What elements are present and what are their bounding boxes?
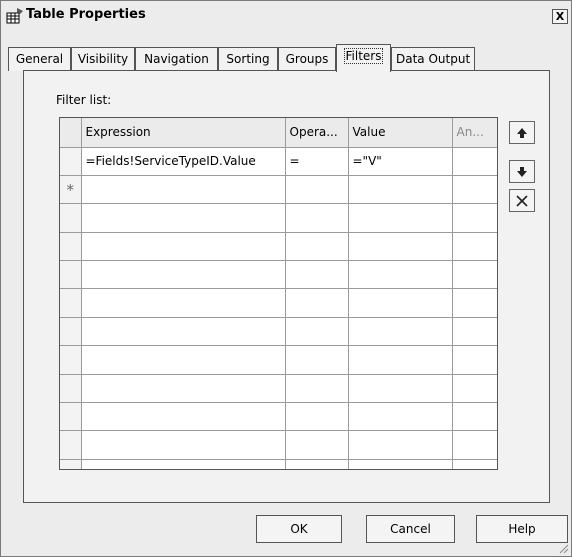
empty-row xyxy=(60,430,497,460)
move-down-button[interactable] xyxy=(509,160,535,183)
empty-row xyxy=(60,459,497,469)
new-row-star-icon: * xyxy=(66,180,75,199)
and-or-cell[interactable] xyxy=(452,147,497,176)
new-row-marker[interactable]: * xyxy=(60,175,82,205)
tab-general[interactable]: General xyxy=(8,47,71,71)
value-cell[interactable] xyxy=(348,175,453,205)
delete-button[interactable] xyxy=(509,189,535,212)
operator-cell[interactable]: = xyxy=(285,147,349,176)
table-properties-icon xyxy=(6,8,23,24)
tab-visibility[interactable]: Visibility xyxy=(71,47,135,71)
empty-row xyxy=(60,402,497,432)
empty-row xyxy=(60,345,497,375)
column-header-expression[interactable]: Expression xyxy=(81,118,286,148)
expression-cell[interactable]: =Fields!ServiceTypeID.Value xyxy=(81,147,286,176)
table-row[interactable]: =Fields!ServiceTypeID.Value = ="V" xyxy=(60,147,497,176)
empty-row xyxy=(60,317,497,347)
cancel-button[interactable]: Cancel xyxy=(366,515,455,543)
tab-sorting[interactable]: Sorting xyxy=(218,47,278,71)
empty-row xyxy=(60,288,497,318)
close-button[interactable]: X xyxy=(552,9,568,24)
empty-row xyxy=(60,203,497,233)
empty-row xyxy=(60,374,497,404)
row-header-corner xyxy=(60,118,82,148)
tab-groups[interactable]: Groups xyxy=(278,47,336,71)
header-row: Expression Opera... Value An... xyxy=(60,118,497,148)
filter-table: Expression Opera... Value An... =Fields!… xyxy=(60,118,497,469)
column-header-and-or[interactable]: An... xyxy=(452,118,497,148)
tab-navigation[interactable]: Navigation xyxy=(135,47,218,71)
column-header-value[interactable]: Value xyxy=(348,118,453,148)
tab-filters[interactable]: Filters xyxy=(336,44,391,72)
ok-button[interactable]: OK xyxy=(256,515,342,543)
filter-grid[interactable]: Expression Opera... Value An... =Fields!… xyxy=(59,117,498,470)
move-up-button[interactable] xyxy=(509,121,535,144)
filters-panel: Filter list: Expression Opera... Value A… xyxy=(23,70,550,503)
filter-list-label: Filter list: xyxy=(56,93,112,107)
arrow-down-icon xyxy=(517,166,527,177)
resize-grip-icon[interactable] xyxy=(557,542,569,554)
row-marker[interactable] xyxy=(60,147,82,176)
column-header-operator[interactable]: Opera... xyxy=(285,118,349,148)
empty-row xyxy=(60,260,497,290)
dialog-title: Table Properties xyxy=(26,7,146,22)
expression-cell[interactable] xyxy=(81,175,286,205)
help-button[interactable]: Help xyxy=(476,515,568,543)
title-bar: Table Properties X xyxy=(2,2,570,28)
table-row[interactable]: * xyxy=(60,175,497,205)
delete-x-icon xyxy=(516,194,528,207)
and-or-cell[interactable] xyxy=(452,175,497,205)
tab-data-output[interactable]: Data Output xyxy=(391,47,475,71)
empty-row xyxy=(60,232,497,262)
dialog-window: Table Properties X General Visibility Na… xyxy=(0,0,572,557)
arrow-up-icon xyxy=(517,127,527,138)
operator-cell[interactable] xyxy=(285,175,349,205)
value-cell[interactable]: ="V" xyxy=(348,147,453,176)
